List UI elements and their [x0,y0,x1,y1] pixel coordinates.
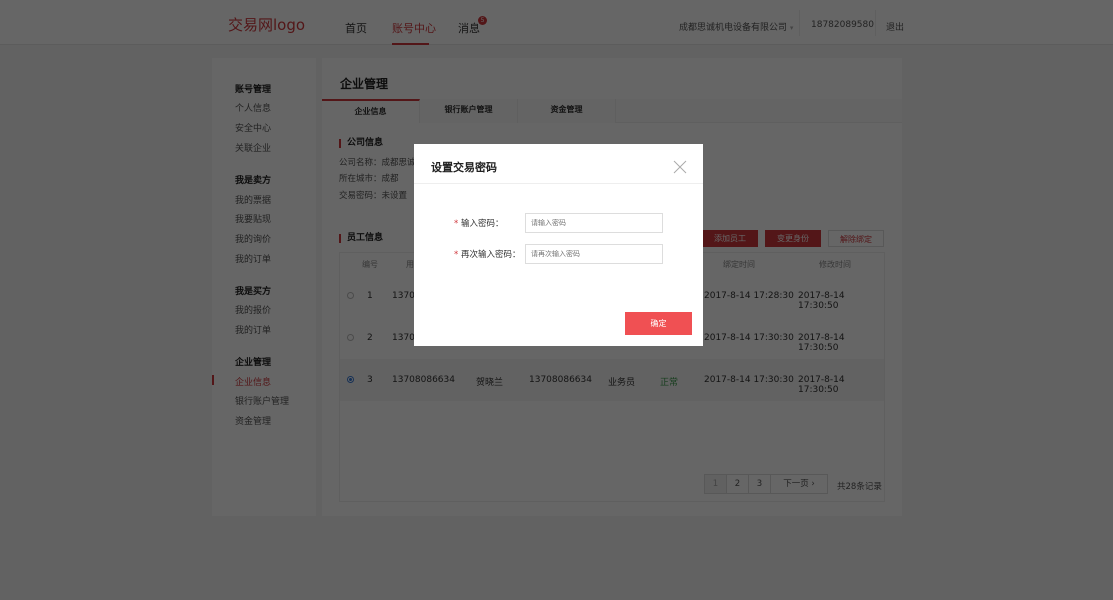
cell-bind-time: 2017-8-14 17:30:30 [704,375,794,385]
page-3[interactable]: 3 [748,474,771,494]
active-indicator [212,375,214,385]
chevron-right-icon: › [811,479,815,489]
next-page-button[interactable]: 下一页 › [770,474,828,494]
confirm-password-label: * 再次输入密码： [454,248,520,260]
section-staff-info: 员工信息 [339,234,383,243]
cell-modify-time: 2017-8-14 17:30:50 [798,291,845,311]
trade-password-status: 交易密码：未设置 [339,191,408,201]
user-phone: 18782089580 [811,20,874,30]
change-role-button[interactable]: 变更身份 [765,230,821,247]
set-trade-password-modal: 设置交易密码 * 输入密码： * 再次输入密码： 确定 [414,144,703,346]
nav-account-center[interactable]: 账号中心 [392,20,436,36]
confirm-password-input[interactable] [525,244,663,264]
cell-bind-time: 2017-8-14 17:28:30 [704,291,794,301]
required-mark: * [454,219,459,229]
row-radio[interactable] [347,292,354,299]
password-input[interactable] [525,213,663,233]
message-count-badge: 5 [478,16,487,25]
sidebar-group-account: 账号管理 [235,85,272,95]
close-icon[interactable] [672,159,688,175]
page-title: 企业管理 [340,77,389,91]
top-header: 交易网logo 首页 账号中心 消息 5 成都思诚机电设备有限公司 ▾ 1878… [0,0,1113,45]
sidebar-item-personal-info[interactable]: 个人信息 [235,101,271,114]
divider [414,183,703,184]
password-label: * 输入密码： [454,217,503,229]
next-label: 下一页 [783,479,809,489]
cell-id: 3 [367,375,373,385]
page-1[interactable]: 1 [704,474,727,494]
sidebar-item-security[interactable]: 安全中心 [235,121,271,134]
company-name: 公司名称：成都思诚 [339,158,416,168]
sidebar-item-my-inquiry[interactable]: 我的询价 [235,232,271,245]
tab-bar: 企业信息 银行账户管理 资金管理 [322,99,902,123]
cell-name: 贺晓兰 [476,378,504,388]
nav-messages[interactable]: 消息 [458,20,480,36]
sidebar-item-discount[interactable]: 我要贴现 [235,212,271,225]
cell-username: 13708086634 [392,375,455,385]
cell-id: 1 [367,291,373,301]
caret-down-icon: ▾ [789,24,794,32]
company-city: 所在城市：成都 [339,174,399,184]
sidebar-group-seller: 我是卖方 [235,176,272,186]
sidebar-item-buyer-orders[interactable]: 我的订单 [235,323,271,336]
password-label-text: 输入密码： [460,219,504,229]
column-header-username: 用 [406,260,414,269]
add-staff-button[interactable]: 添加员工 [702,230,758,247]
section-company-info: 公司信息 [339,139,383,148]
total-records: 共28条记录 [837,482,882,492]
confirm-button[interactable]: 确定 [625,312,692,335]
sidebar-item-funds[interactable]: 资金管理 [235,414,271,427]
tab-bank-accounts[interactable]: 银行账户管理 [420,99,518,123]
column-header-bind-time: 绑定时间 [723,260,755,269]
page-2[interactable]: 2 [726,474,749,494]
sidebar-item-my-bills[interactable]: 我的票据 [235,193,271,206]
cell-role: 业务员 [608,378,636,388]
cell-id: 2 [367,333,373,343]
nav-active-indicator [392,43,429,45]
sidebar-item-my-quotes[interactable]: 我的报价 [235,303,271,316]
row-radio[interactable] [347,376,354,383]
sidebar-group-buyer: 我是买方 [235,287,272,297]
company-name: 成都思诚机电设备有限公司 [679,23,788,33]
cell-bind-time: 2017-8-14 17:30:30 [704,333,794,343]
modal-title: 设置交易密码 [431,161,497,174]
company-dropdown[interactable]: 成都思诚机电设备有限公司 ▾ [679,20,793,33]
divider [875,10,876,36]
required-mark: * [454,250,459,260]
sidebar-group-enterprise: 企业管理 [235,358,272,368]
tab-company-info[interactable]: 企业信息 [322,99,420,123]
sidebar-item-seller-orders[interactable]: 我的订单 [235,252,271,265]
sidebar-item-bank-accounts[interactable]: 银行账户管理 [235,394,289,407]
logo[interactable]: 交易网logo [228,14,305,35]
sidebar-item-company-info[interactable]: 企业信息 [235,375,271,388]
column-header-modify-time: 修改时间 [819,260,851,269]
table-row[interactable]: 3 13708086634 贺晓兰 13708086634 业务员 正常 2017-8-14… [340,359,884,401]
logout-link[interactable]: 退出 [886,20,904,33]
nav-home[interactable]: 首页 [345,20,367,36]
unbind-button[interactable]: 解除绑定 [828,230,884,247]
tab-funds[interactable]: 资金管理 [518,99,616,123]
cell-modify-time: 2017-8-14 17:30:50 [798,375,845,395]
cell-modify-time: 2017-8-14 17:30:50 [798,333,845,353]
divider [799,10,800,36]
row-radio[interactable] [347,334,354,341]
sidebar: 账号管理 个人信息 安全中心 关联企业 我是卖方 我的票据 我要贴现 我的询价 … [212,58,316,516]
column-header-id: 编号 [362,260,378,269]
confirm-password-label-text: 再次输入密码： [460,250,521,260]
cell-status: 正常 [660,378,679,388]
sidebar-item-linked-company[interactable]: 关联企业 [235,141,271,154]
cell-phone: 13708086634 [529,375,592,385]
